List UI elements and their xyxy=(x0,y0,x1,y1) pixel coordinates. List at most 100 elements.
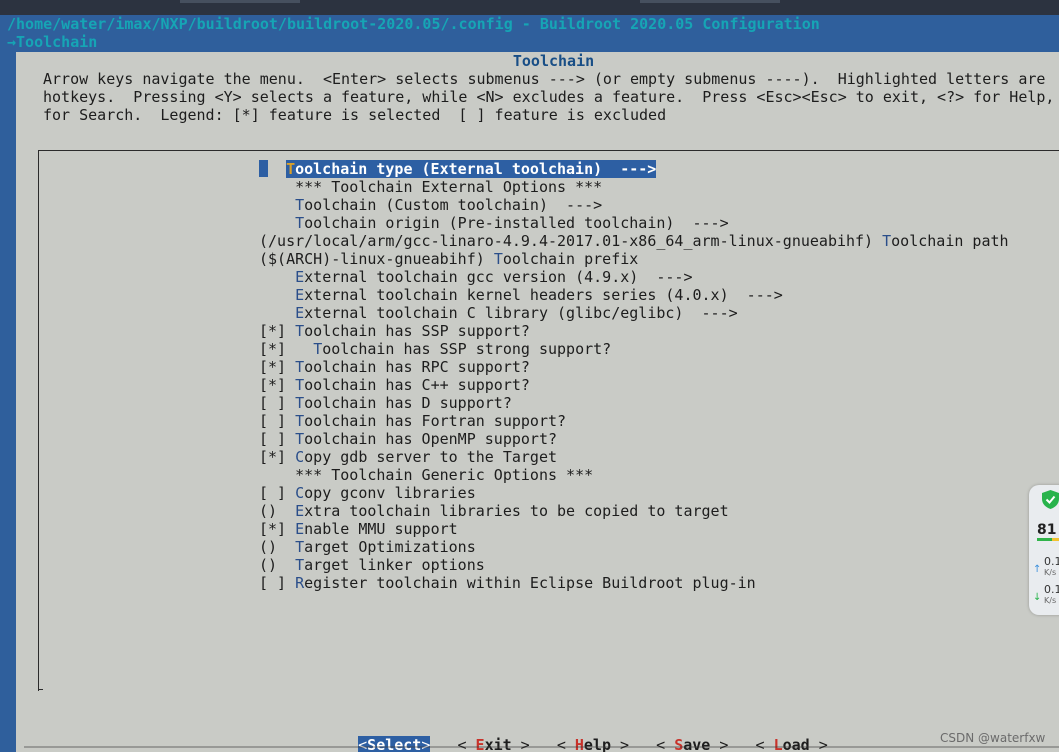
terminal-tab-strip xyxy=(0,0,1059,15)
dialog-title: Toolchain xyxy=(512,52,595,70)
hotkey-letter: T xyxy=(295,430,305,448)
item-prefix: (/usr/local/arm/gcc-linaro-4.9.4-2017.01… xyxy=(259,232,883,250)
item-prefix: ($(ARCH)-linux-gnueabihf) xyxy=(259,250,494,268)
download-rate: 0.1 K/s xyxy=(1044,583,1059,606)
menu-item[interactable]: [ ] Toolchain has D support? xyxy=(259,394,1009,412)
item-label: egister toolchain within Eclipse Buildro… xyxy=(304,574,756,592)
item-label: oolchain (Custom toolchain) ---> xyxy=(304,196,603,214)
menu-item[interactable]: External toolchain C library (glibc/egli… xyxy=(259,304,1009,322)
listbox-corner xyxy=(38,689,43,690)
hotkey-letter: T xyxy=(295,358,305,376)
item-label: *** Toolchain Generic Options *** xyxy=(295,466,594,484)
menu-item[interactable]: [*] Toolchain has SSP strong support? xyxy=(259,340,1009,358)
exit-button[interactable]: < Exit > xyxy=(457,736,529,752)
menu-item[interactable]: [ ] Toolchain has Fortran support? xyxy=(259,412,1009,430)
item-label: xternal toolchain kernel headers series … xyxy=(304,286,783,304)
menu-item[interactable]: () Target Optimizations xyxy=(259,538,1009,556)
hotkey-letter: E xyxy=(295,268,305,286)
tab-indicator xyxy=(640,0,780,3)
item-prefix: () xyxy=(259,502,296,520)
menu-item[interactable]: *** Toolchain External Options *** xyxy=(259,178,1009,196)
item-prefix: () xyxy=(259,538,296,556)
tab-indicator xyxy=(180,0,300,3)
hotkey-letter: E xyxy=(295,502,305,520)
item-label: oolchain path xyxy=(891,232,1009,250)
item-prefix: [ ] xyxy=(259,574,296,592)
hotkey-letter: T xyxy=(493,250,503,268)
item-label: oolchain origin (Pre-installed toolchain… xyxy=(304,214,729,232)
watermark: CSDN @waterfxw xyxy=(940,731,1046,745)
help-text-line: Arrow keys navigate the menu. <Enter> se… xyxy=(43,70,1046,88)
item-label: oolchain has SSP strong support? xyxy=(322,340,612,358)
menu-item[interactable]: [*] Toolchain has SSP support? xyxy=(259,322,1009,340)
cursor-marker xyxy=(259,160,268,177)
upload-rate: 0.1 K/s xyxy=(1044,555,1059,578)
item-label: *** Toolchain External Options *** xyxy=(295,178,603,196)
save-button[interactable]: < Save > xyxy=(656,736,728,752)
item-label: arget Optimizations xyxy=(304,538,476,556)
item-label: oolchain has C++ support? xyxy=(304,376,530,394)
menu-item[interactable]: () Extra toolchain libraries to be copie… xyxy=(259,502,1009,520)
item-prefix xyxy=(259,178,295,196)
item-label: opy gconv libraries xyxy=(304,484,476,502)
hotkey-letter: T xyxy=(286,160,296,178)
menu-item[interactable]: [ ] Toolchain has OpenMP support? xyxy=(259,430,1009,448)
menu-item[interactable]: ($(ARCH)-linux-gnueabihf) Toolchain pref… xyxy=(259,250,1009,268)
menu-item[interactable]: External toolchain kernel headers series… xyxy=(259,286,1009,304)
help-text-line: for Search. Legend: [*] feature is selec… xyxy=(43,106,667,124)
item-label: oolchain has OpenMP support? xyxy=(304,430,558,448)
help-text-line: hotkeys. Pressing <Y> selects a feature,… xyxy=(43,88,1055,106)
upload-arrow-icon: ↑ xyxy=(1033,564,1042,575)
item-prefix xyxy=(259,196,295,214)
item-label: oolchain type (External toolchain) ---> xyxy=(295,160,657,178)
item-label: oolchain has RPC support? xyxy=(304,358,530,376)
download-arrow-icon: ↓ xyxy=(1033,592,1042,603)
item-prefix: [ ] xyxy=(259,484,296,502)
menu-item[interactable]: [*] Copy gdb server to the Target xyxy=(259,448,1009,466)
hotkey-letter: E xyxy=(295,520,305,538)
item-prefix xyxy=(259,214,295,232)
item-prefix: [*] xyxy=(259,448,296,466)
item-prefix xyxy=(259,286,295,304)
menu-item[interactable]: [*] Toolchain has C++ support? xyxy=(259,376,1009,394)
select-button[interactable]: <Select> xyxy=(358,736,431,752)
network-monitor-widget[interactable]: 81 ↑ 0.1 K/s ↓ 0.1 K/s xyxy=(1029,485,1059,615)
item-prefix: [*] xyxy=(259,340,314,358)
hotkey-letter: E xyxy=(295,304,305,322)
menu-item[interactable]: Toolchain (Custom toolchain) ---> xyxy=(259,196,1009,214)
help-button[interactable]: < Help > xyxy=(557,736,629,752)
dialog-bottom-border xyxy=(24,746,1059,748)
menuconfig-dialog: Toolchain Arrow keys navigate the menu. … xyxy=(16,52,1059,752)
load-button[interactable]: < Load > xyxy=(756,736,828,752)
item-label: oolchain has SSP support? xyxy=(304,322,530,340)
menu-item[interactable]: Toolchain origin (Pre-installed toolchai… xyxy=(259,214,1009,232)
hotkey-letter: T xyxy=(882,232,892,250)
item-label: oolchain prefix xyxy=(502,250,639,268)
hotkey-letter: T xyxy=(295,214,305,232)
hotkey-letter: T xyxy=(295,412,305,430)
menu-item[interactable]: [ ] Copy gconv libraries xyxy=(259,484,1009,502)
menu-item[interactable]: () Target linker options xyxy=(259,556,1009,574)
breadcrumb: →Toolchain xyxy=(7,33,98,51)
menu-item[interactable]: External toolchain gcc version (4.9.x) -… xyxy=(259,268,1009,286)
item-label: oolchain has D support? xyxy=(304,394,512,412)
menu-list: Toolchain type (External toolchain) --->… xyxy=(259,160,1009,592)
item-prefix xyxy=(259,304,295,322)
menu-item[interactable]: [ ] Register toolchain within Eclipse Bu… xyxy=(259,574,1009,592)
hotkey-letter: T xyxy=(295,394,305,412)
item-prefix: [*] xyxy=(259,322,296,340)
item-prefix: [*] xyxy=(259,358,296,376)
menu-item[interactable]: [*] Toolchain has RPC support? xyxy=(259,358,1009,376)
item-prefix: [ ] xyxy=(259,430,296,448)
item-prefix: [ ] xyxy=(259,412,296,430)
hotkey-letter: C xyxy=(295,484,305,502)
item-prefix: [ ] xyxy=(259,394,296,412)
item-label: arget linker options xyxy=(304,556,485,574)
menu-item[interactable]: *** Toolchain Generic Options *** xyxy=(259,466,1009,484)
menu-item[interactable]: Toolchain type (External toolchain) ---> xyxy=(259,160,1009,178)
menu-item[interactable]: [*] Enable MMU support xyxy=(259,520,1009,538)
hotkey-letter: T xyxy=(295,538,305,556)
score-bar xyxy=(1037,538,1059,541)
menu-item[interactable]: (/usr/local/arm/gcc-linaro-4.9.4-2017.01… xyxy=(259,232,1009,250)
